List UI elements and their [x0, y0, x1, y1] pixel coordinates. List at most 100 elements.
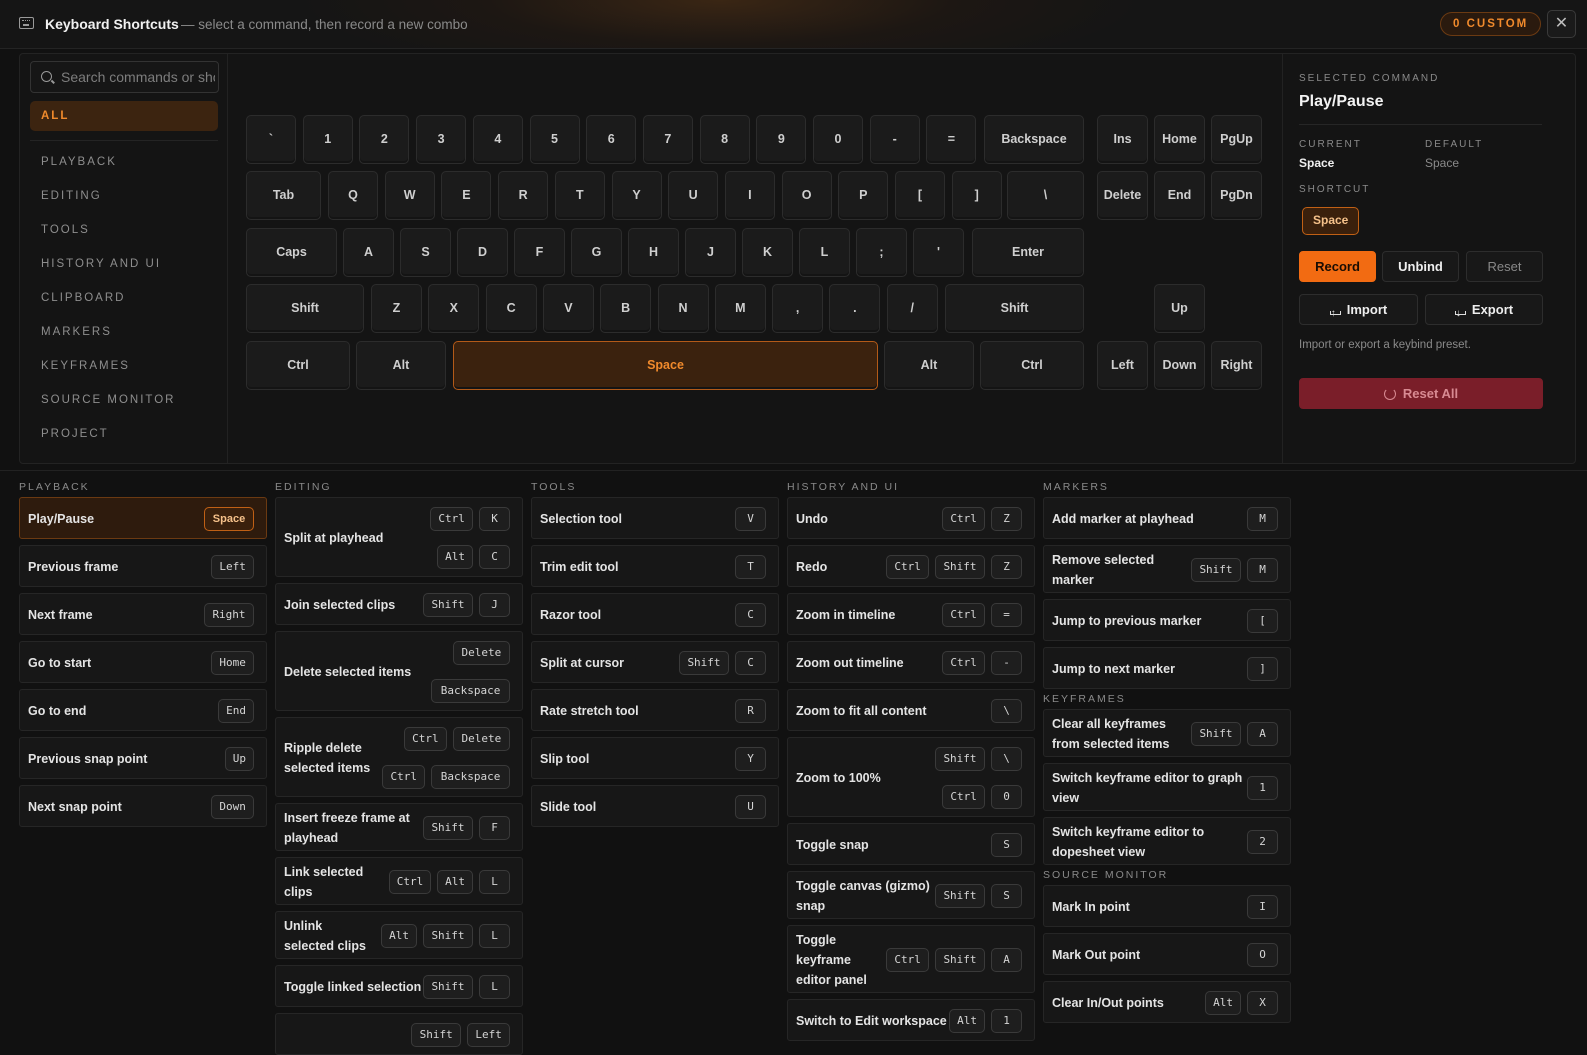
key-char[interactable]: I: [724, 171, 775, 220]
shortcut-row[interactable]: Trim edit tool T: [531, 545, 779, 587]
key-chip[interactable]: \: [991, 747, 1022, 771]
key-chip[interactable]: Ctrl: [404, 727, 447, 751]
key-chip[interactable]: M: [1247, 507, 1278, 531]
key-chip[interactable]: X: [1247, 991, 1278, 1015]
key-char[interactable]: J: [685, 228, 736, 277]
key-chip[interactable]: Ctrl: [942, 507, 985, 531]
key-char[interactable]: W: [384, 171, 435, 220]
key-chip[interactable]: Alt: [1205, 991, 1241, 1015]
key-char[interactable]: K: [742, 228, 793, 277]
key-char[interactable]: V: [542, 284, 594, 333]
key-end[interactable]: End: [1154, 171, 1205, 220]
key-tab[interactable]: Tab: [246, 171, 321, 220]
category-source-monitor[interactable]: SOURCE MONITOR: [30, 385, 218, 415]
shortcut-row[interactable]: Link selected clips L Alt Ctrl: [275, 857, 523, 905]
key-char[interactable]: 9: [756, 115, 807, 164]
shortcut-row[interactable]: Play/Pause Space: [19, 497, 267, 539]
shortcut-row[interactable]: Switch to Edit workspace 1 Alt: [787, 999, 1035, 1041]
key-chip[interactable]: T: [735, 555, 766, 579]
key-char[interactable]: G: [571, 228, 622, 277]
shortcut-chip[interactable]: Space: [1302, 207, 1360, 235]
shortcut-row[interactable]: Toggle snap S: [787, 823, 1035, 865]
key-chip[interactable]: \: [991, 699, 1022, 723]
key-char[interactable]: S: [400, 228, 451, 277]
key-chip[interactable]: Shift: [935, 747, 985, 771]
key-chip[interactable]: Down: [211, 795, 254, 819]
key-char[interactable]: \: [1007, 171, 1084, 220]
shortcut-row[interactable]: Undo Z Ctrl: [787, 497, 1035, 539]
key-ctrl[interactable]: Ctrl: [980, 341, 1084, 390]
shortcut-row[interactable]: Insert freeze frame at playhead F Shift: [275, 803, 523, 851]
key-ctrl[interactable]: Ctrl: [246, 341, 350, 390]
key-chip[interactable]: Alt: [949, 1009, 985, 1033]
key-chip[interactable]: O: [1247, 943, 1278, 967]
key-char[interactable]: F: [514, 228, 565, 277]
key-char[interactable]: R: [498, 171, 549, 220]
key-down[interactable]: Down: [1154, 341, 1205, 390]
shortcut-row[interactable]: Zoom to fit all content \: [787, 689, 1035, 731]
shortcut-row[interactable]: Slip tool Y: [531, 737, 779, 779]
key-chip[interactable]: Shift: [679, 651, 729, 675]
search-input[interactable]: [61, 62, 215, 92]
key-chip[interactable]: Backspace: [431, 679, 510, 703]
shortcut-row[interactable]: Split at playhead K Ctrl C Alt: [275, 497, 523, 577]
shortcut-row[interactable]: Clear all keyframes from selected items A S…: [1043, 709, 1291, 757]
category-clipboard[interactable]: CLIPBOARD: [30, 283, 218, 313]
category-history-and-ui[interactable]: HISTORY AND UI: [30, 249, 218, 279]
key-chip[interactable]: Ctrl: [942, 603, 985, 627]
key-char[interactable]: Y: [611, 171, 662, 220]
shortcut-row[interactable]: Selection tool V: [531, 497, 779, 539]
key-chip[interactable]: Shift: [423, 924, 473, 948]
key-chip[interactable]: Space: [204, 507, 254, 531]
key-right[interactable]: Right: [1211, 341, 1262, 390]
shortcut-row[interactable]: Mark In point I: [1043, 885, 1291, 927]
key-chip[interactable]: L: [479, 870, 510, 894]
key-char[interactable]: A: [343, 228, 394, 277]
key-char[interactable]: N: [657, 284, 709, 333]
key-char[interactable]: 7: [642, 115, 693, 164]
category-editing[interactable]: EDITING: [30, 181, 218, 211]
key-chip[interactable]: End: [218, 699, 254, 723]
key-ins[interactable]: Ins: [1097, 115, 1148, 164]
shortcut-row[interactable]: Zoom to 100% \ Shift 0 Ctrl: [787, 737, 1035, 817]
shortcut-row[interactable]: Left Shift: [275, 1013, 523, 1055]
key-delete[interactable]: Delete: [1097, 171, 1148, 220]
key-char[interactable]: O: [781, 171, 832, 220]
category-keyframes[interactable]: KEYFRAMES: [30, 351, 218, 381]
shortcut-row[interactable]: Delete selected items Delete Backspace: [275, 631, 523, 711]
key-chip[interactable]: S: [991, 833, 1022, 857]
category-markers[interactable]: MARKERS: [30, 317, 218, 347]
category-all[interactable]: ALL: [30, 101, 218, 131]
key-chip[interactable]: Alt: [437, 870, 473, 894]
key-char[interactable]: ]: [951, 171, 1002, 220]
key-chip[interactable]: Ctrl: [886, 555, 929, 579]
key-chip[interactable]: Ctrl: [388, 870, 432, 894]
shortcut-row[interactable]: Switch keyframe editor to dopesheet view 2: [1043, 817, 1291, 865]
key-char[interactable]: `: [246, 115, 296, 164]
key-char[interactable]: =: [926, 115, 977, 164]
shortcut-row[interactable]: Previous snap point Up: [19, 737, 267, 779]
key-chip[interactable]: Alt: [437, 545, 473, 569]
shortcut-row[interactable]: Redo Z Shift Ctrl: [787, 545, 1035, 587]
key-chip[interactable]: Shift: [935, 884, 985, 908]
shortcut-row[interactable]: Go to end End: [19, 689, 267, 731]
key-char[interactable]: ,: [772, 284, 824, 333]
key-char[interactable]: Q: [328, 171, 378, 220]
key-chip[interactable]: Shift: [935, 555, 985, 579]
key-char[interactable]: ;: [856, 228, 907, 277]
export-button[interactable]: Export: [1425, 294, 1543, 328]
shortcut-row[interactable]: Join selected clips J Shift: [275, 583, 523, 625]
key-chip[interactable]: I: [1247, 895, 1278, 919]
key-chip[interactable]: L: [479, 924, 510, 948]
key-char[interactable]: C: [485, 284, 537, 333]
key-enter[interactable]: Enter: [972, 228, 1084, 277]
key-chip[interactable]: Shift: [411, 1023, 462, 1047]
key-char[interactable]: X: [428, 284, 480, 333]
key-chip[interactable]: [: [1247, 609, 1278, 633]
key-chip[interactable]: Shift: [935, 948, 985, 972]
key-chip[interactable]: Z: [991, 507, 1022, 531]
key-char[interactable]: 3: [416, 115, 467, 164]
key-chip[interactable]: Shift: [1191, 722, 1241, 746]
key-char[interactable]: /: [886, 284, 938, 333]
key-char[interactable]: .: [829, 284, 881, 333]
